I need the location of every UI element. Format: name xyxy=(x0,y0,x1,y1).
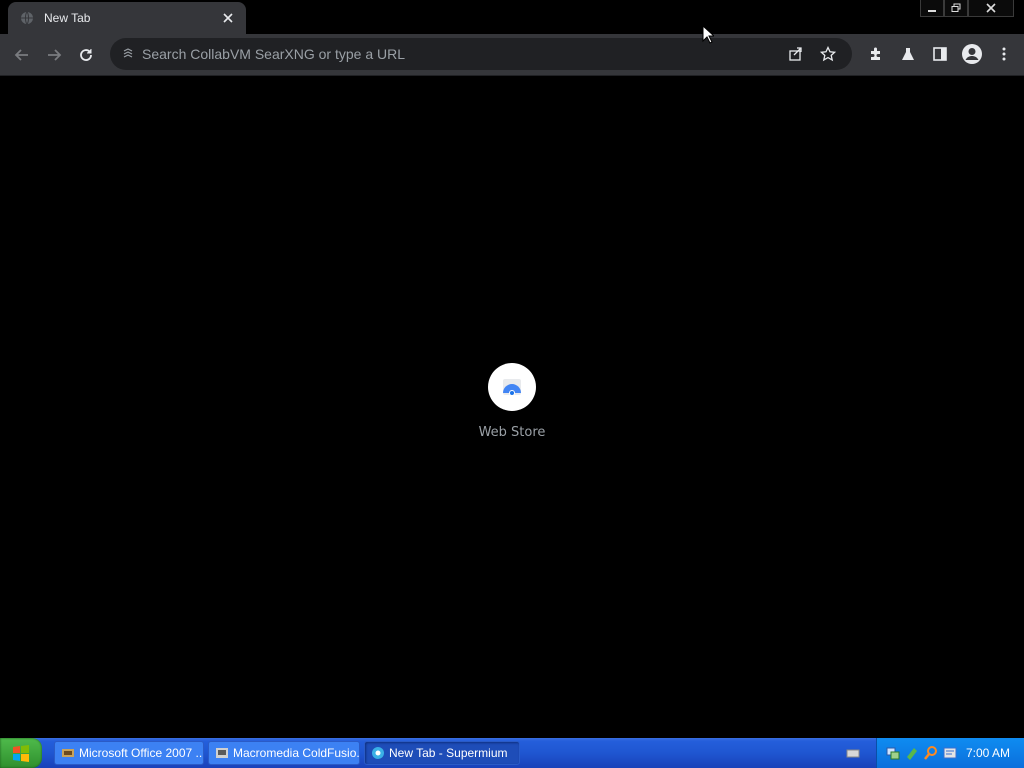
new-tab-page: Web Store xyxy=(0,77,1024,738)
network-icon[interactable] xyxy=(885,745,901,761)
keyboard-icon[interactable] xyxy=(846,746,860,764)
tab-new-tab[interactable]: New Tab xyxy=(8,2,246,34)
share-button[interactable] xyxy=(782,40,810,68)
taskbar: Microsoft Office 2007 ... Macromedia Col… xyxy=(0,738,1024,768)
search-engine-icon xyxy=(120,46,136,62)
menu-kebab-icon[interactable] xyxy=(990,40,1018,68)
taskbar-item-label: Macromedia ColdFusio... xyxy=(233,746,360,760)
profile-avatar-icon[interactable] xyxy=(958,40,986,68)
close-window-icon[interactable] xyxy=(968,0,1014,17)
window-controls xyxy=(920,0,1014,18)
close-tab-icon[interactable] xyxy=(220,10,236,26)
installer-icon xyxy=(215,746,229,760)
restore-icon[interactable] xyxy=(944,0,968,17)
shortcut-web-store[interactable]: Web Store xyxy=(472,363,552,440)
clock[interactable]: 7:00 AM xyxy=(966,746,1010,760)
labs-flask-icon[interactable] xyxy=(894,40,922,68)
windows-logo-icon xyxy=(13,745,29,762)
office-installer-icon xyxy=(61,746,75,760)
browser-toolbar: Search CollabVM SearXNG or type a URL xyxy=(0,34,1024,76)
extensions-puzzle-icon[interactable] xyxy=(862,40,890,68)
taskbar-item-coldfusion[interactable]: Macromedia ColdFusio... xyxy=(208,741,360,765)
globe-icon xyxy=(20,11,34,25)
start-button[interactable] xyxy=(0,738,42,768)
address-placeholder: Search CollabVM SearXNG or type a URL xyxy=(142,46,405,62)
search-magnifier-icon[interactable] xyxy=(923,745,939,761)
safely-remove-icon[interactable] xyxy=(904,745,920,761)
shortcut-label: Web Store xyxy=(478,425,546,440)
taskbar-item-label: New Tab - Supermium xyxy=(389,746,508,760)
toolbar-right xyxy=(858,40,1018,68)
taskbar-item-supermium[interactable]: New Tab - Supermium xyxy=(364,741,520,765)
security-shield-icon[interactable] xyxy=(942,745,958,761)
back-button[interactable] xyxy=(8,41,36,69)
web-store-icon xyxy=(488,363,536,411)
forward-button[interactable] xyxy=(40,41,68,69)
bookmark-star-button[interactable] xyxy=(814,40,842,68)
address-bar[interactable]: Search CollabVM SearXNG or type a URL xyxy=(110,38,852,70)
mouse-pointer-icon xyxy=(702,24,716,49)
taskbar-item-office[interactable]: Microsoft Office 2007 ... xyxy=(54,741,204,765)
supermium-browser-icon xyxy=(371,746,385,760)
taskbar-item-label: Microsoft Office 2007 ... xyxy=(79,746,204,760)
title-bar: New Tab xyxy=(0,0,1024,34)
side-panel-icon[interactable] xyxy=(926,40,954,68)
system-tray: 7:00 AM xyxy=(876,738,1024,768)
minimize-icon[interactable] xyxy=(920,0,944,17)
reload-button[interactable] xyxy=(72,41,100,69)
omnibox-actions xyxy=(778,40,842,68)
tab-title: New Tab xyxy=(44,11,91,25)
